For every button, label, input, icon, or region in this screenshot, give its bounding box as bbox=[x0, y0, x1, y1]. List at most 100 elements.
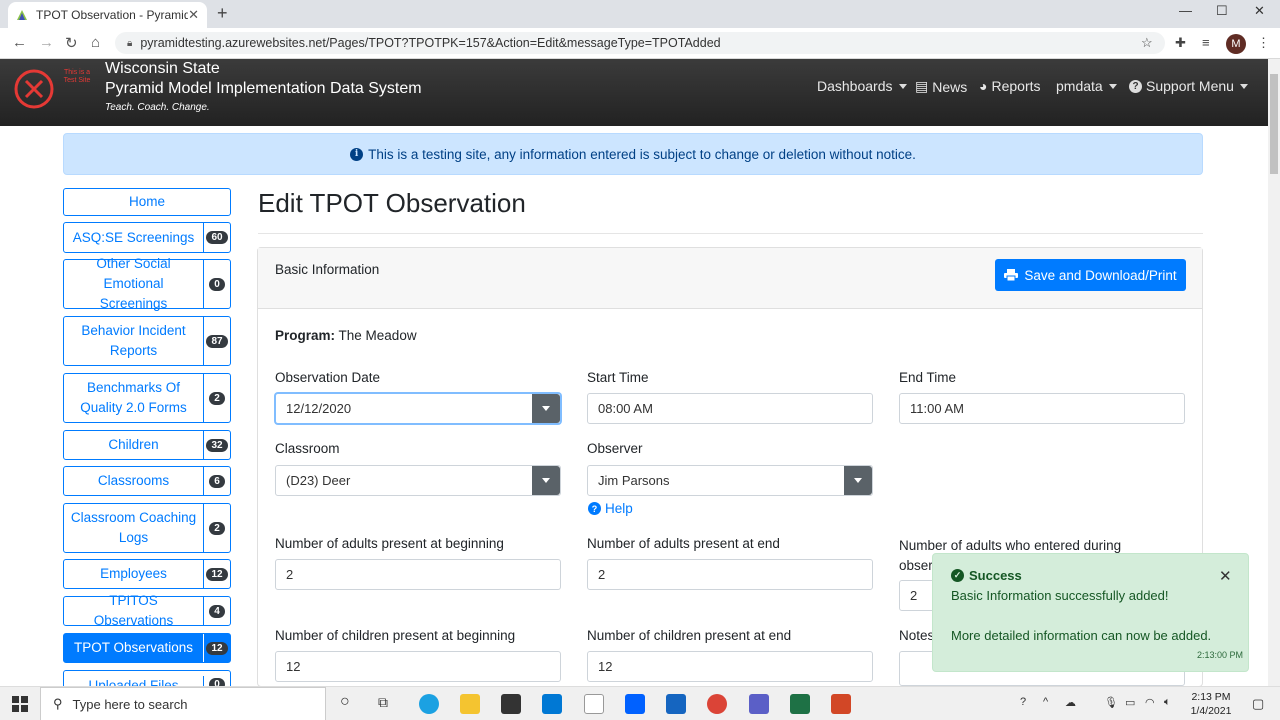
toast-title: ✓ Success bbox=[951, 568, 1022, 583]
sidebar-item-label: Classrooms bbox=[97, 473, 170, 488]
nav-user-label: pmdata bbox=[1056, 78, 1103, 94]
sidebar-item-other-screenings[interactable]: Other Social Emotional Screenings 0 bbox=[63, 256, 231, 311]
end-time-input[interactable]: 11:00 AM bbox=[899, 393, 1185, 424]
chrome-icon[interactable] bbox=[707, 694, 727, 714]
brand-system-name[interactable]: Pyramid Model Implementation Data System bbox=[105, 80, 422, 98]
nav-user[interactable]: pmdata bbox=[1056, 78, 1117, 94]
test-site-logo-icon[interactable] bbox=[13, 68, 55, 110]
page-scrollbar[interactable] bbox=[1268, 59, 1280, 686]
adults-entered-value: 2 bbox=[910, 588, 918, 603]
classroom-dropdown-button[interactable] bbox=[532, 466, 560, 495]
save-download-print-button[interactable]: Save and Download/Print bbox=[995, 259, 1186, 291]
maximize-icon[interactable]: ☐ bbox=[1216, 3, 1228, 19]
volume-icon[interactable]: 🔈︎ bbox=[1164, 696, 1171, 709]
children-end-input[interactable]: 12 bbox=[587, 651, 873, 682]
chevron-down-icon bbox=[542, 406, 550, 411]
battery-icon[interactable]: ▭ bbox=[1125, 696, 1135, 709]
nav-reports-label: Reports bbox=[991, 78, 1041, 94]
file-explorer-icon[interactable] bbox=[460, 694, 480, 714]
count-badge: 60 bbox=[206, 231, 228, 244]
task-view-icon[interactable]: ⧉ bbox=[378, 694, 388, 711]
home-icon[interactable]: ⌂ bbox=[91, 34, 100, 51]
chevron-down-icon bbox=[854, 478, 862, 483]
reload-icon[interactable]: ↻ bbox=[65, 34, 78, 52]
edge-icon[interactable] bbox=[419, 694, 439, 714]
bookmark-star-icon[interactable]: ☆ bbox=[1141, 35, 1153, 51]
windows-start-icon[interactable] bbox=[12, 696, 28, 712]
notifications-icon[interactable]: ▢ bbox=[1252, 696, 1264, 712]
start-time-input[interactable]: 08:00 AM bbox=[587, 393, 873, 424]
children-end-label: Number of children present at end bbox=[587, 628, 792, 643]
chevron-down-icon bbox=[1239, 83, 1248, 89]
url-text: pyramidtesting.azurewebsites.net/Pages/T… bbox=[140, 36, 721, 50]
back-icon[interactable]: ← bbox=[12, 34, 27, 51]
sidebar-item-asqse-screenings[interactable]: ASQ:SE Screenings 60 bbox=[63, 222, 231, 253]
classroom-value: (D23) Deer bbox=[286, 473, 351, 488]
sidebar-item-behavior-incidents[interactable]: Behavior Incident Reports 87 bbox=[63, 316, 231, 366]
observer-label: Observer bbox=[587, 441, 643, 456]
observation-date-input[interactable]: 12/12/2020 bbox=[275, 393, 561, 424]
powershell-icon[interactable] bbox=[666, 694, 686, 714]
adults-begin-input[interactable]: 2 bbox=[275, 559, 561, 590]
onedrive-icon[interactable]: ☁ bbox=[1065, 696, 1076, 709]
help-tray-icon[interactable]: ? bbox=[1020, 696, 1026, 708]
count-badge: 2 bbox=[209, 391, 225, 405]
count-badge: 32 bbox=[206, 438, 228, 452]
brand-state[interactable]: Wisconsin State bbox=[105, 60, 220, 78]
sidebar-count-cell: 2 bbox=[203, 374, 230, 422]
nav-support-label: Support Menu bbox=[1146, 78, 1234, 94]
sidebar-item-tpitos[interactable]: TPITOS Observations 4 bbox=[63, 593, 231, 628]
extensions-icon[interactable]: ✚ bbox=[1175, 35, 1186, 51]
nav-support[interactable]: ? Support Menu bbox=[1129, 78, 1248, 94]
nav-dashboards[interactable]: Dashboards bbox=[817, 78, 907, 94]
powerpoint-icon[interactable] bbox=[831, 694, 851, 714]
scrollbar-thumb[interactable] bbox=[1270, 74, 1278, 174]
sidebar-item-tpot[interactable]: TPOT Observations 12 bbox=[63, 633, 231, 663]
microphone-icon[interactable]: 🎙︎ bbox=[1104, 696, 1118, 709]
children-begin-input[interactable]: 12 bbox=[275, 651, 561, 682]
sidebar-count-cell: 4 bbox=[203, 597, 230, 625]
dropbox-icon[interactable] bbox=[625, 694, 645, 714]
chevron-up-icon[interactable]: ^ bbox=[1043, 696, 1048, 708]
forward-icon[interactable]: → bbox=[39, 34, 54, 51]
cortana-icon[interactable]: ○ bbox=[340, 693, 350, 711]
date-picker-dropdown-button[interactable] bbox=[532, 394, 560, 423]
sidebar-item-benchmarks[interactable]: Benchmarks Of Quality 2.0 Forms 2 bbox=[63, 373, 231, 423]
observer-select[interactable]: Jim Parsons bbox=[587, 465, 873, 496]
nav-reports[interactable]: ◕ Reports bbox=[979, 78, 1041, 94]
minimize-icon[interactable]: — bbox=[1179, 3, 1192, 18]
wifi-icon[interactable]: ◠ bbox=[1145, 696, 1155, 709]
new-tab-icon[interactable]: + bbox=[217, 3, 228, 24]
check-circle-icon: ✓ bbox=[951, 569, 964, 582]
mail-icon[interactable] bbox=[542, 694, 562, 714]
toast-close-icon[interactable]: ✕ bbox=[1219, 567, 1232, 585]
sidebar-item-label: Classroom Coaching Logs bbox=[70, 510, 197, 545]
sidebar-item-classrooms[interactable]: Classrooms 6 bbox=[63, 466, 231, 496]
window-close-icon[interactable]: ✕ bbox=[1254, 3, 1265, 19]
amazon-icon[interactable] bbox=[584, 694, 604, 714]
chrome-menu-icon[interactable]: ⋮ bbox=[1257, 35, 1270, 51]
browser-tab[interactable]: TPOT Observation - Pyramid ✕ bbox=[8, 2, 207, 28]
reading-list-icon[interactable]: ≡ bbox=[1202, 35, 1210, 50]
taskbar-search[interactable]: ⚲ Type here to search bbox=[40, 687, 326, 720]
store-icon[interactable] bbox=[501, 694, 521, 714]
teams-icon[interactable] bbox=[749, 694, 769, 714]
adults-end-input[interactable]: 2 bbox=[587, 559, 873, 590]
sidebar-item-coaching-logs[interactable]: Classroom Coaching Logs 2 bbox=[63, 503, 231, 553]
card-header: Basic Information Save and Download/Prin… bbox=[258, 248, 1202, 309]
sidebar-item-children[interactable]: Children 32 bbox=[63, 430, 231, 460]
profile-avatar[interactable]: M bbox=[1226, 34, 1246, 54]
windows-taskbar: ⚲ Type here to search ○ ⧉ ? ^ ☁ 🎙︎ ▭ ◠ 🔈… bbox=[0, 686, 1280, 720]
sidebar-count-cell: 32 bbox=[203, 431, 230, 459]
excel-icon[interactable] bbox=[790, 694, 810, 714]
tab-close-icon[interactable]: ✕ bbox=[188, 7, 199, 23]
nav-news[interactable]: ▤ News bbox=[915, 78, 967, 95]
url-field[interactable]: 🔒︎ pyramidtesting.azurewebsites.net/Page… bbox=[115, 32, 1165, 54]
sidebar-item-employees[interactable]: Employees 12 bbox=[63, 559, 231, 589]
classroom-label: Classroom bbox=[275, 441, 340, 456]
classroom-select[interactable]: (D23) Deer bbox=[275, 465, 561, 496]
sidebar-item-home[interactable]: Home bbox=[63, 188, 231, 216]
observer-help-link[interactable]: ? Help bbox=[588, 501, 633, 516]
taskbar-clock[interactable]: 2:13 PM 1/4/2021 bbox=[1188, 690, 1234, 718]
observer-dropdown-button[interactable] bbox=[844, 466, 872, 495]
